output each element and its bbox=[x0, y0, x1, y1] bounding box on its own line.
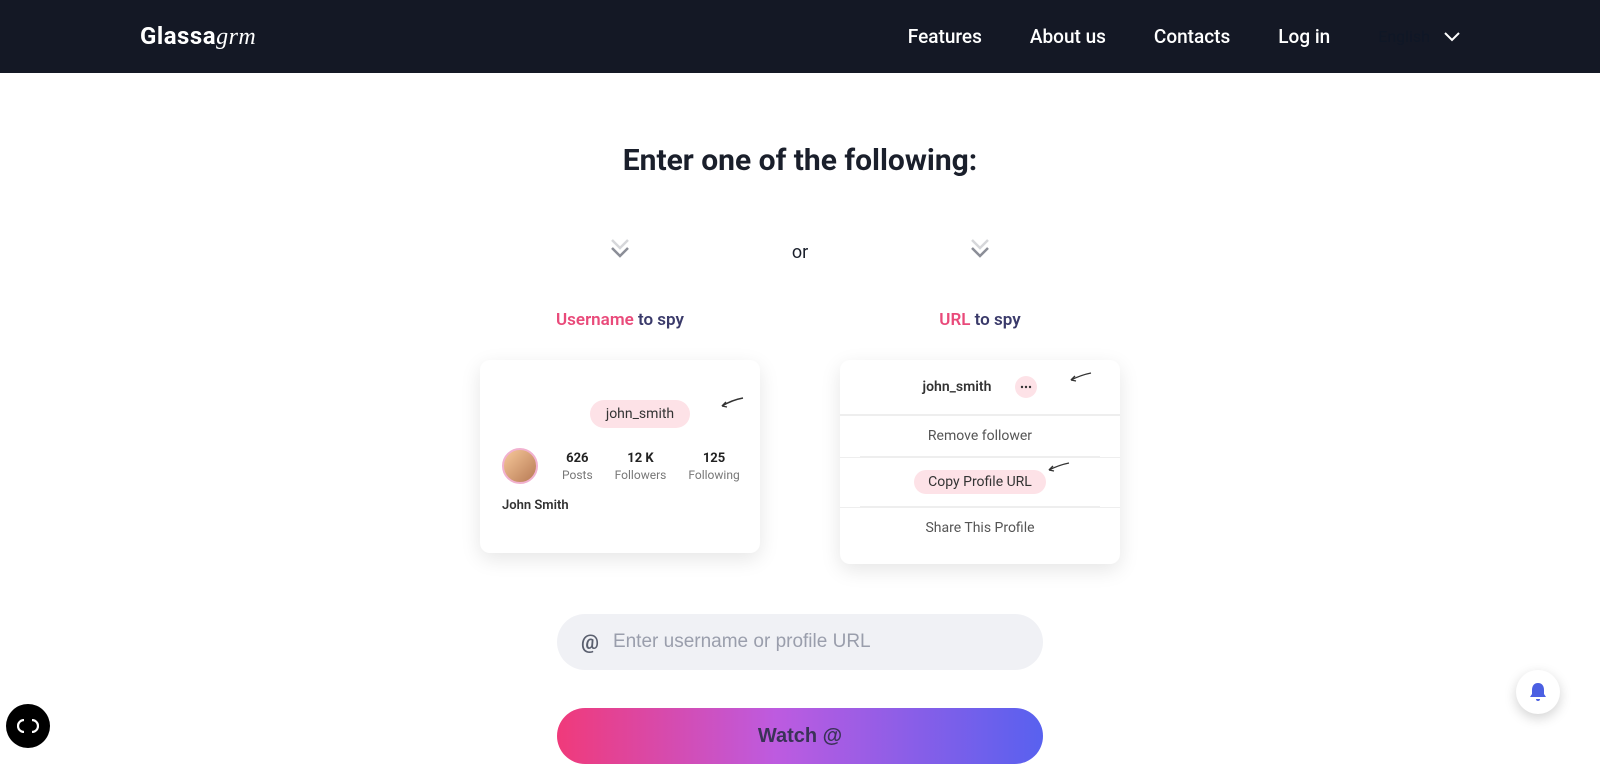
double-chevron-down-icon bbox=[820, 238, 1140, 260]
logo[interactable]: Glassagrm bbox=[140, 22, 256, 51]
menu-share-profile[interactable]: Share This Profile bbox=[840, 507, 1120, 548]
ellipsis-icon bbox=[1020, 385, 1032, 389]
main-content: Enter one of the following: Username to … bbox=[0, 73, 1600, 764]
copy-url-pill: Copy Profile URL bbox=[914, 470, 1046, 494]
language-selector[interactable]: English bbox=[1378, 27, 1460, 46]
header-bar: Glassagrm Features About us Contacts Log… bbox=[0, 0, 1600, 73]
nav-features[interactable]: Features bbox=[908, 25, 982, 48]
following-count: 125 bbox=[688, 451, 739, 466]
pointer-arrow-icon bbox=[718, 396, 744, 410]
url-card-header: john_smith bbox=[840, 360, 1120, 414]
nav-contacts[interactable]: Contacts bbox=[1154, 25, 1230, 48]
stat-followers: 12 K Followers bbox=[615, 451, 667, 482]
stat-following: 125 Following bbox=[688, 451, 739, 482]
option-username-col: Username to spy john_smith 626 Posts bbox=[460, 238, 780, 553]
option-username-rest: to spy bbox=[634, 310, 684, 330]
option-url-col: URL to spy john_smith Remove follower Co… bbox=[820, 238, 1140, 564]
option-url-highlight: URL bbox=[939, 310, 970, 330]
nav-login[interactable]: Log in bbox=[1278, 25, 1330, 48]
username-pill: john_smith bbox=[590, 400, 690, 428]
options-row: Username to spy john_smith 626 Posts bbox=[0, 238, 1600, 564]
profile-card: john_smith 626 Posts 12 K Followers bbox=[480, 360, 760, 553]
widget-icon bbox=[17, 719, 39, 733]
at-symbol-icon: @ bbox=[581, 630, 599, 654]
pointer-arrow-icon bbox=[1046, 462, 1070, 474]
profile-stats-row: 626 Posts 12 K Followers 125 Following bbox=[498, 448, 742, 484]
search-input-wrapper[interactable]: @ bbox=[557, 614, 1043, 670]
option-url-rest: to spy bbox=[970, 310, 1020, 330]
followers-count: 12 K bbox=[615, 451, 667, 466]
page-title: Enter one of the following: bbox=[0, 143, 1600, 178]
pointer-arrow-icon bbox=[1068, 372, 1092, 384]
watch-button[interactable]: Watch @ bbox=[557, 708, 1043, 764]
stat-posts: 626 Posts bbox=[562, 451, 593, 482]
bell-icon bbox=[1528, 681, 1548, 703]
following-label: Following bbox=[688, 468, 739, 482]
widget-button[interactable] bbox=[6, 704, 50, 748]
url-username: john_smith bbox=[923, 379, 992, 395]
search-input[interactable] bbox=[613, 631, 1019, 653]
option-url-label: URL to spy bbox=[820, 310, 1140, 330]
nav-about[interactable]: About us bbox=[1030, 25, 1106, 48]
language-label: English bbox=[1378, 27, 1430, 46]
primary-nav: Features About us Contacts Log in Englis… bbox=[908, 25, 1460, 48]
or-separator: or bbox=[780, 242, 820, 263]
menu-copy-url[interactable]: Copy Profile URL bbox=[840, 457, 1120, 506]
more-menu-button[interactable] bbox=[1015, 376, 1037, 398]
posts-count: 626 bbox=[562, 451, 593, 466]
option-username-label: Username to spy bbox=[460, 310, 780, 330]
option-username-highlight: Username bbox=[556, 310, 634, 330]
followers-label: Followers bbox=[615, 468, 667, 482]
menu-remove-follower[interactable]: Remove follower bbox=[840, 415, 1120, 456]
logo-text-main: Glassa bbox=[140, 22, 216, 50]
double-chevron-down-icon bbox=[460, 238, 780, 260]
logo-text-serif: grm bbox=[216, 24, 256, 50]
profile-full-name: John Smith bbox=[502, 498, 742, 513]
chevron-down-icon bbox=[1444, 32, 1460, 42]
avatar bbox=[502, 448, 538, 484]
posts-label: Posts bbox=[562, 468, 593, 482]
url-card: john_smith Remove follower Copy Profile … bbox=[840, 360, 1120, 564]
notifications-button[interactable] bbox=[1516, 670, 1560, 714]
